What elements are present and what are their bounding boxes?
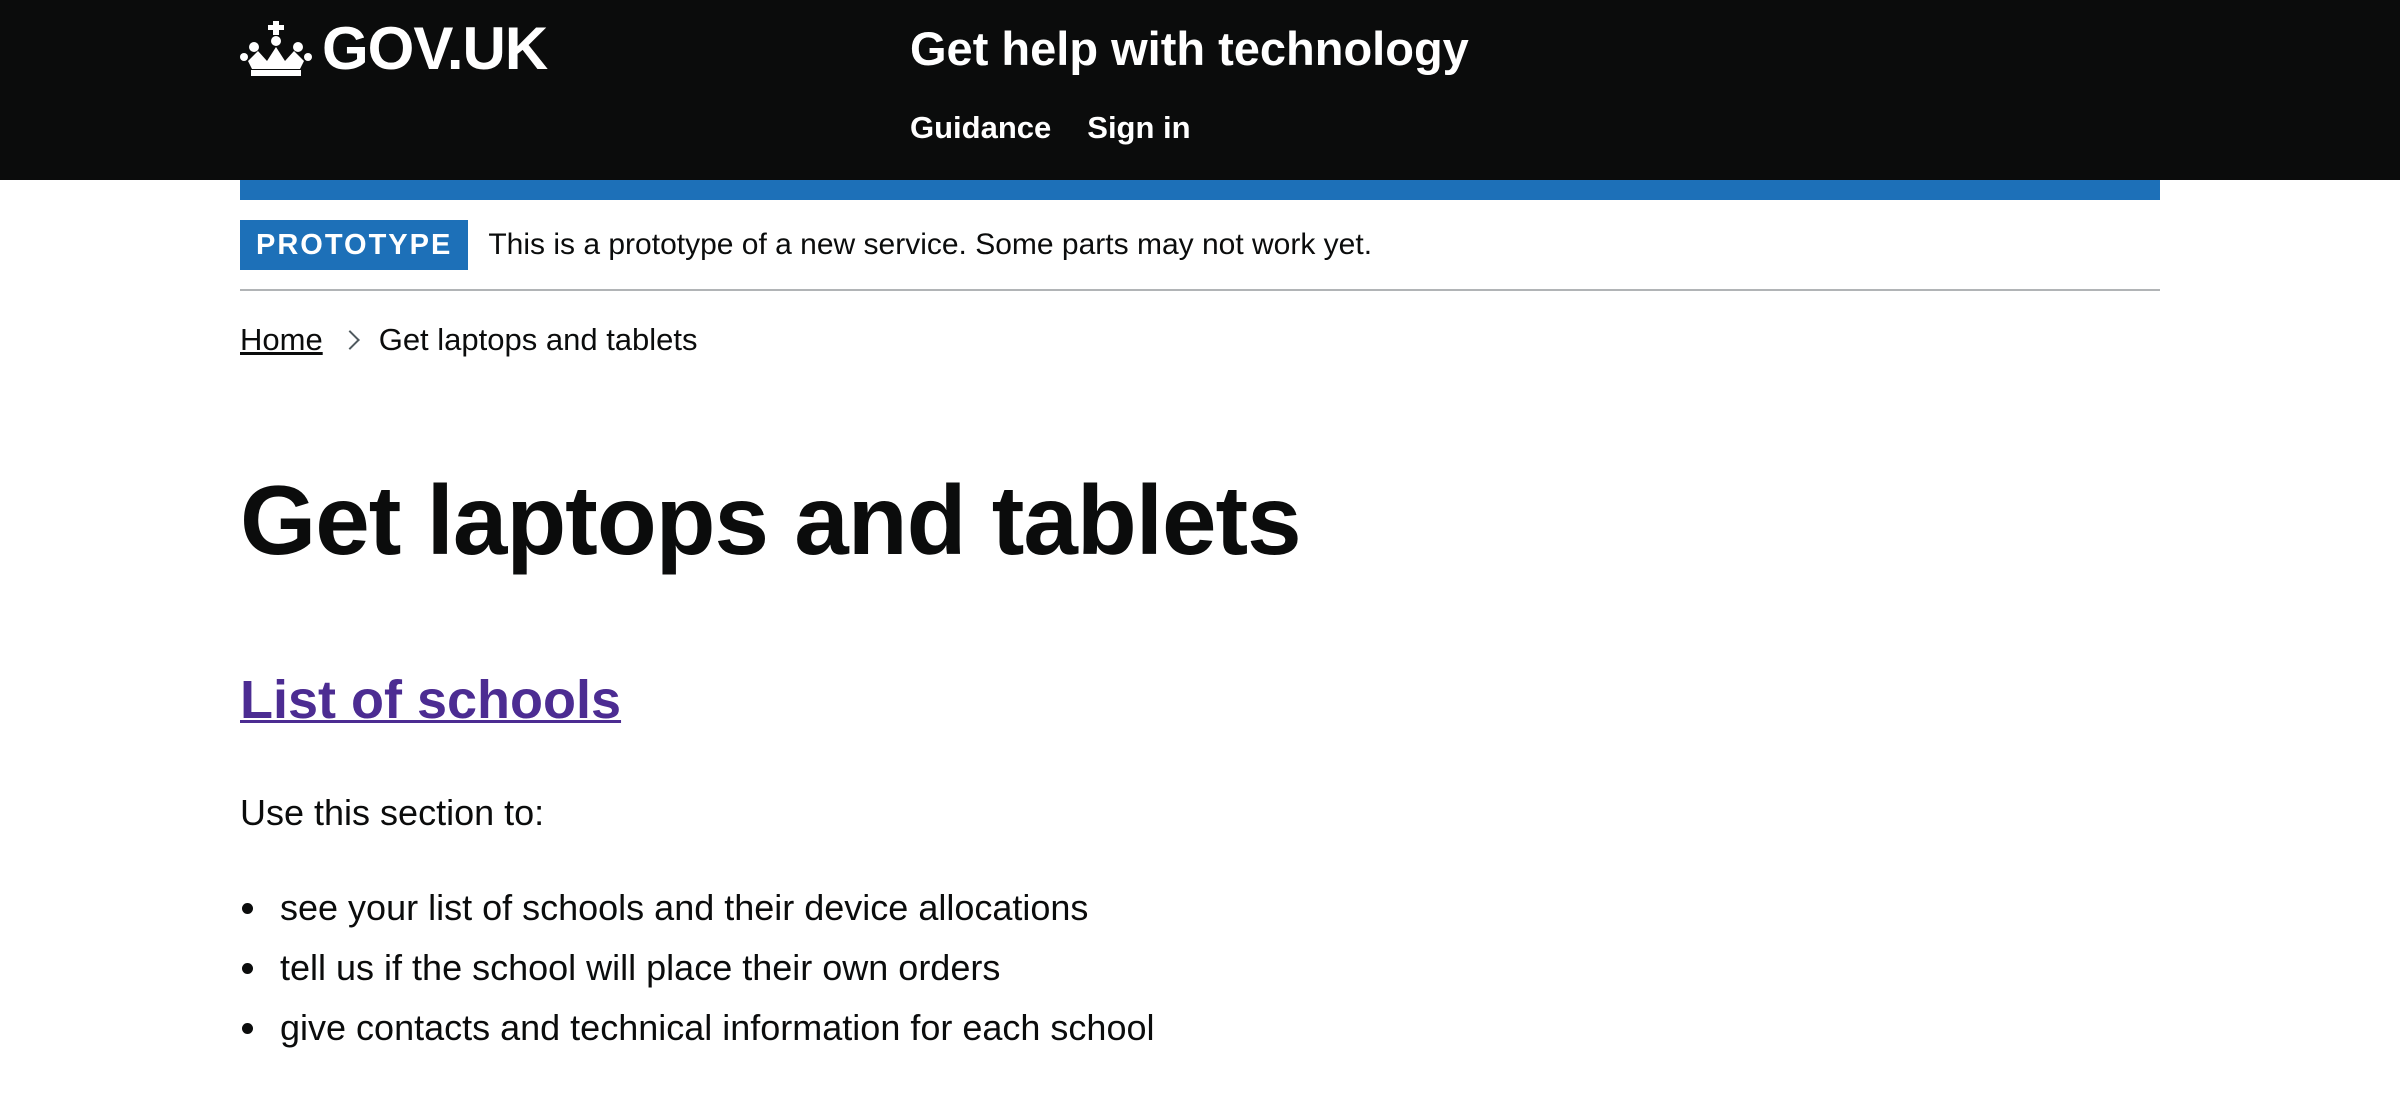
list-of-schools-link[interactable]: List of schools: [240, 664, 621, 736]
phase-banner-divider: [240, 289, 2160, 291]
list-item: tell us if the school will place their o…: [240, 938, 1155, 998]
phase-banner: PROTOTYPE This is a prototype of a new s…: [240, 220, 2160, 270]
site-header: GOV.UK Get help with technology Guidance…: [0, 0, 2400, 180]
section-bullet-list: see your list of schools and their devic…: [240, 878, 1155, 1058]
nav-guidance-link[interactable]: Guidance: [910, 108, 1051, 148]
govuk-logo-link[interactable]: GOV.UK: [240, 15, 548, 82]
chevron-right-icon: [339, 330, 360, 350]
nav-sign-in-link[interactable]: Sign in: [1087, 108, 1190, 148]
breadcrumb-home-link[interactable]: Home: [240, 318, 323, 362]
header-accent-bar: [240, 180, 2160, 200]
section-intro: Use this section to:: [240, 792, 545, 833]
list-item: give contacts and technical information …: [240, 998, 1155, 1058]
logo-text: GOV.UK: [322, 15, 548, 82]
phase-banner-text: This is a prototype of a new service. So…: [488, 228, 1373, 261]
page-title: Get laptops and tablets: [240, 465, 1302, 575]
breadcrumb: Home Get laptops and tablets: [240, 318, 698, 362]
service-name-link[interactable]: Get help with technology: [910, 20, 1469, 78]
list-item: see your list of schools and their devic…: [240, 878, 1155, 938]
phase-tag: PROTOTYPE: [240, 220, 469, 270]
header-nav: Guidance Sign in: [910, 108, 1191, 148]
breadcrumb-current: Get laptops and tablets: [378, 322, 698, 357]
crown-icon: [240, 21, 312, 76]
